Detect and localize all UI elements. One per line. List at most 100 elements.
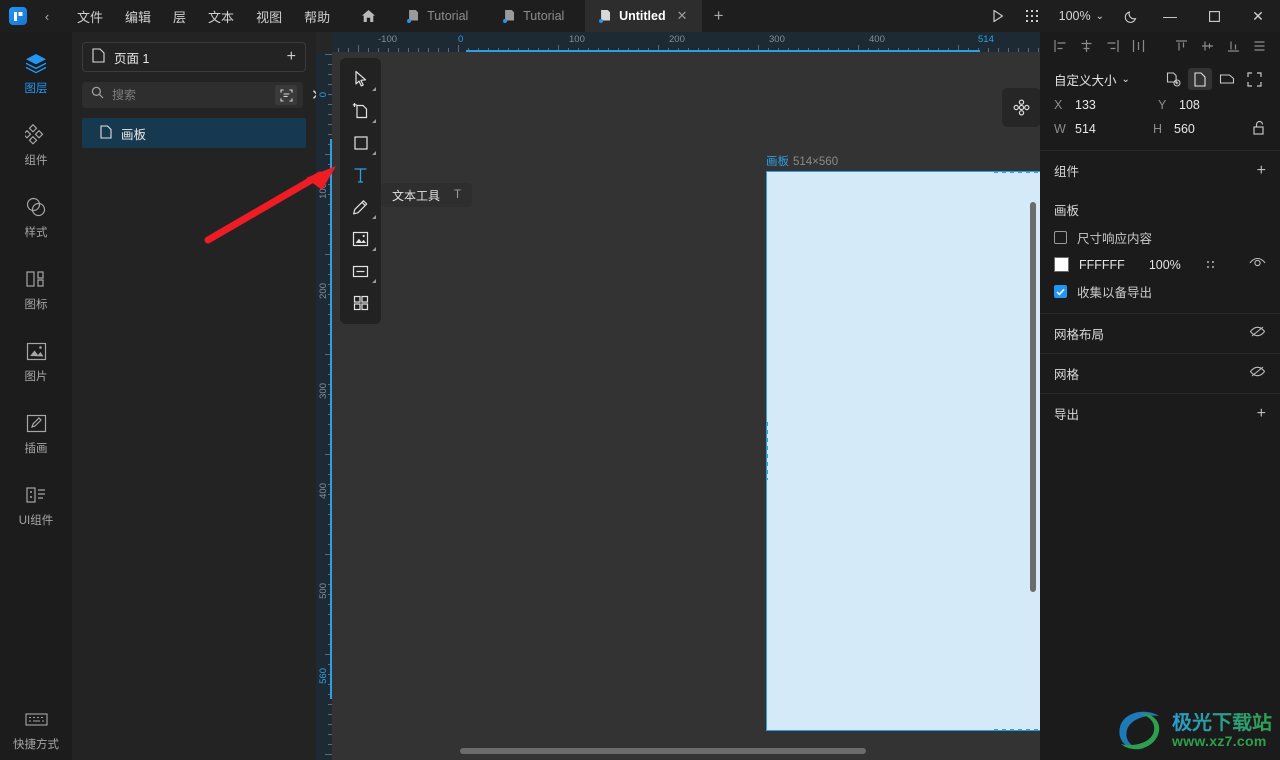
home-button[interactable] [349,0,387,32]
sidebar-item-illustration[interactable]: 插画 [0,398,72,470]
tooltip-label: 文本工具 [392,188,441,203]
add-export-button[interactable]: + [1257,405,1266,423]
illustration-icon [26,412,47,434]
aspect-lock-button[interactable] [1252,120,1266,138]
menu-item-text[interactable]: 文本 [197,0,245,32]
tab-untitled[interactable]: Untitled ✕ [585,0,702,32]
shortcuts-button[interactable]: 快捷方式 [0,712,72,752]
fill-opacity-value[interactable]: 100% [1149,258,1181,272]
back-button[interactable]: ‹ [36,0,58,32]
resize-to-fit-row[interactable]: 尺寸响应内容 [1040,223,1280,252]
minimize-button[interactable]: — [1148,0,1192,32]
height-field[interactable]: H 560 [1153,122,1252,136]
ruler-tick [325,754,332,755]
scan-icon[interactable] [275,85,297,105]
sidebar-item-label: 组件 [24,155,48,167]
sidebar-item-ui-components[interactable]: UI组件 [0,470,72,542]
sidebar-item-icons[interactable]: 图标 [0,254,72,326]
export-collect-checkbox[interactable] [1054,285,1067,298]
canvas-float-button[interactable] [1002,88,1040,127]
menu-item-help[interactable]: 帮助 [293,0,341,32]
tab-tutorial-1[interactable]: Tutorial [393,0,489,32]
fill-visibility-button[interactable] [1249,257,1266,272]
new-tab-button[interactable]: + [702,0,736,32]
select-tool[interactable] [340,63,381,95]
artboard-label[interactable]: 画板 514×560 [766,153,838,169]
width-field[interactable]: W 514 [1054,122,1153,136]
sidebar-item-label: UI组件 [18,515,54,527]
menu-item-view[interactable]: 视图 [245,0,293,32]
rectangle-tool[interactable] [340,127,381,159]
maximize-button[interactable] [1192,0,1236,32]
align-right-button[interactable] [1100,34,1126,58]
menu-item-layer[interactable]: 层 [162,0,197,32]
sidebar-item-layers[interactable]: 图层 [0,38,72,110]
grid-visibility-button[interactable] [1249,365,1266,383]
tool-expand-corner[interactable] [372,279,376,283]
export-collect-row[interactable]: 收集以备导出 [1040,277,1280,313]
distribute-v-button[interactable] [1246,34,1272,58]
app-logo[interactable] [0,0,36,32]
align-top-button[interactable] [1169,34,1195,58]
size-preset-dropdown[interactable]: 自定义大小 ⌄ [1054,70,1130,89]
horizontal-scrollbar[interactable] [460,748,866,754]
zoom-selector[interactable]: 100% ⌄ [1049,0,1114,32]
pen-tool[interactable] [340,191,381,223]
align-left-button[interactable] [1048,34,1074,58]
add-artboard-button[interactable] [1161,68,1185,90]
drag-dots-icon[interactable] [1205,259,1216,271]
frame-tool[interactable] [340,95,381,127]
page-selector[interactable]: 页面 1 + [82,42,306,72]
tab-tutorial-2[interactable]: Tutorial [489,0,585,32]
tool-expand-corner[interactable] [372,87,376,91]
add-component-button[interactable]: + [1257,162,1266,180]
apps-button[interactable] [1015,0,1049,32]
artboard-canvas[interactable] [766,171,1040,731]
align-bottom-button[interactable] [1220,34,1246,58]
export-section[interactable]: 导出 + [1040,393,1280,433]
menu-item-edit[interactable]: 编辑 [114,0,162,32]
document-icon [503,9,516,23]
landscape-button[interactable] [1215,68,1239,90]
preview-button[interactable] [981,0,1015,32]
portrait-button[interactable] [1188,68,1212,90]
fill-hex-value[interactable]: FFFFFF [1079,258,1125,272]
grid-section[interactable]: 网格 [1040,353,1280,393]
fullscreen-button[interactable] [1242,68,1266,90]
grid-tool[interactable] [340,287,381,319]
sidebar-item-images[interactable]: 图片 [0,326,72,398]
image-tool[interactable] [340,223,381,255]
text-tool-icon [354,167,367,183]
add-page-button[interactable]: + [287,48,296,66]
theme-toggle[interactable] [1114,0,1148,32]
slice-tool[interactable] [340,255,381,287]
grid-layout-visibility-button[interactable] [1249,325,1266,343]
tab-close-icon[interactable]: ✕ [677,8,688,24]
tool-expand-corner[interactable] [372,151,376,155]
canvas-area[interactable]: -100 0 100 200 300 400 514 0 100 200 300 400 500 560… [316,32,1040,760]
layers-icon [24,52,48,74]
layer-item-artboard[interactable]: 画板 [82,118,306,148]
tool-expand-corner[interactable] [372,247,376,251]
vertical-scrollbar[interactable] [1030,202,1036,592]
x-field[interactable]: X 133 [1054,98,1158,112]
distribute-h-button[interactable] [1126,34,1152,58]
close-button[interactable]: ✕ [1236,0,1280,32]
sidebar-item-styles[interactable]: 样式 [0,182,72,254]
components-section-header[interactable]: 组件 + [1040,150,1280,190]
align-center-v-button[interactable] [1194,34,1220,58]
search-box[interactable] [82,82,303,108]
search-input[interactable] [112,88,267,102]
tool-expand-corner[interactable] [372,119,376,123]
tool-expand-corner[interactable] [372,215,376,219]
ruler-tick [418,48,419,52]
sidebar-item-components[interactable]: 组件 [0,110,72,182]
ruler-tick [328,104,332,105]
text-tool[interactable] [340,159,381,191]
grid-layout-section[interactable]: 网格布局 [1040,313,1280,353]
fill-color-swatch[interactable] [1054,257,1069,272]
resize-to-fit-checkbox[interactable] [1054,231,1067,244]
y-field[interactable]: Y 108 [1158,98,1262,112]
align-center-h-button[interactable] [1074,34,1100,58]
menu-item-file[interactable]: 文件 [66,0,114,32]
